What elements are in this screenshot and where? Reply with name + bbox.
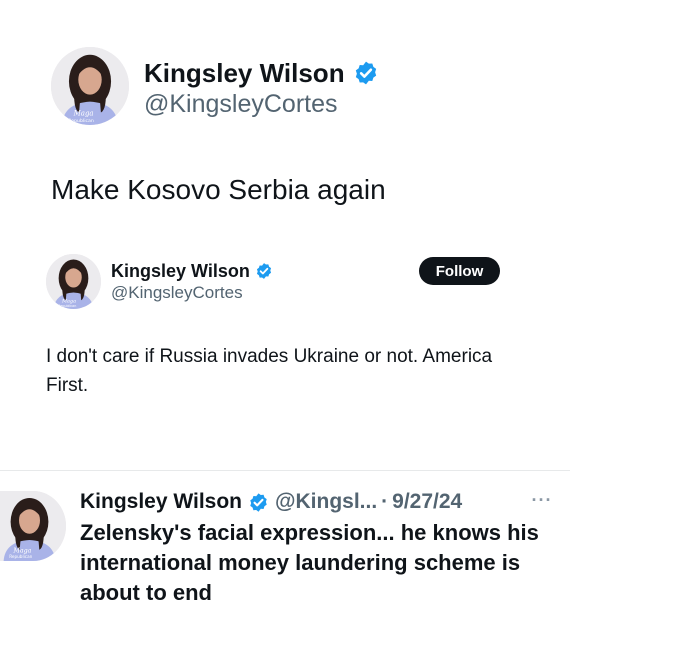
svg-text:Maga: Maga (73, 109, 94, 118)
avatar[interactable]: Maga Republican (46, 254, 101, 309)
handle[interactable]: @KingsleyCortes (111, 283, 243, 303)
separator-dot: · (381, 490, 389, 513)
display-name[interactable]: Kingsley Wilson (144, 56, 379, 90)
display-name[interactable]: Kingsley Wilson (111, 259, 273, 283)
handle[interactable]: @KingsleyCortes (144, 90, 338, 119)
tweet-text: Make Kosovo Serbia again (51, 174, 386, 205)
follow-button[interactable]: Follow (419, 257, 500, 285)
verified-badge-icon (353, 60, 379, 86)
display-name-text[interactable]: Kingsley Wilson (144, 58, 345, 89)
avatar[interactable]: Maga Republican (51, 47, 129, 125)
svg-text:Republican: Republican (68, 118, 94, 124)
handle[interactable]: @Kingsl... (275, 490, 377, 514)
display-name-text[interactable]: Kingsley Wilson (111, 261, 250, 282)
tweet-date[interactable]: 9/27/24 (392, 490, 462, 514)
svg-text:Republican: Republican (9, 554, 32, 559)
tweet-text: I don't care if Russia invades Ukraine o… (46, 346, 493, 396)
tweet-header: Kingsley Wilson @Kingsl... · 9/27/24 (80, 488, 462, 516)
verified-badge-icon (255, 262, 273, 280)
avatar[interactable]: Maga Republican (0, 491, 66, 561)
tweet-text: Zelensky's facial expression... he knows… (80, 520, 539, 605)
svg-text:Republican: Republican (58, 304, 76, 308)
more-options-icon[interactable]: ··· (530, 490, 554, 510)
verified-badge-icon (248, 492, 269, 513)
display-name[interactable]: Kingsley Wilson (80, 490, 242, 514)
divider (0, 470, 570, 471)
